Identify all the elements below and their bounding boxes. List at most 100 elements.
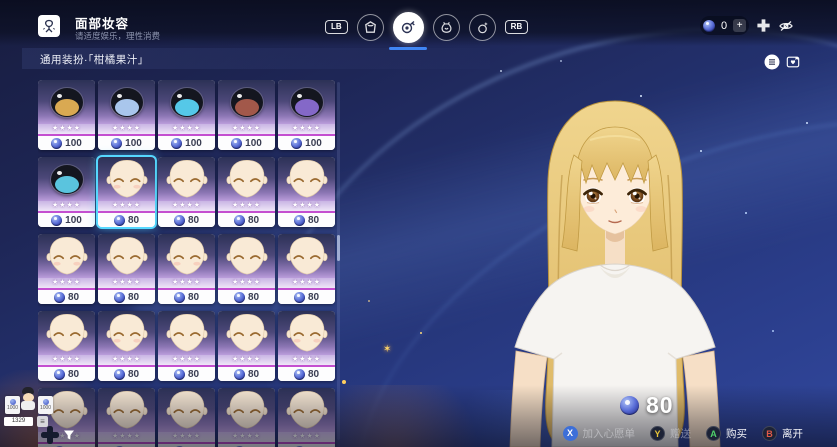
item-price-row: 100 (218, 136, 275, 150)
hint-x-button[interactable]: X加入心愿单 (563, 426, 636, 441)
item-card[interactable]: ★★★★100 (218, 80, 275, 150)
item-card[interactable]: ★★★★80 (158, 388, 215, 447)
add-currency-button[interactable] (733, 19, 746, 32)
item-card[interactable]: ★★★★80 (158, 311, 215, 381)
hint-label: 离开 (782, 426, 803, 441)
item-card[interactable]: ★★★★100 (278, 80, 335, 150)
sparkle-star-icon: ✶ (383, 344, 391, 355)
item-price: 80 (188, 215, 199, 226)
face-makeup-thumb (285, 311, 329, 355)
favorites-icon[interactable] (786, 55, 800, 74)
star-rating: ★★★★ (98, 124, 155, 134)
item-art (98, 80, 155, 124)
star-rating: ★★★★ (158, 355, 215, 365)
item-card[interactable]: ★★★★80 (98, 157, 155, 227)
item-art (98, 311, 155, 355)
star-rating: ★★★★ (158, 432, 215, 442)
item-art (218, 234, 275, 278)
hide-ui-icon[interactable] (778, 18, 794, 39)
coin-icon (51, 138, 62, 149)
makeup-shop-screen: ✶ (0, 0, 837, 447)
item-card[interactable]: ★★★★80 (218, 388, 275, 447)
eye-makeup-thumb (291, 88, 323, 117)
dpad-filter-icon[interactable] (41, 426, 59, 444)
eye-makeup-thumb (171, 88, 203, 117)
wardrobe-icon (363, 20, 378, 35)
face-makeup-thumb (225, 234, 269, 278)
face-makeup-thumb (285, 234, 329, 278)
tab-makeup[interactable] (393, 12, 424, 43)
coin-icon (54, 292, 65, 303)
star-rating: ★★★★ (38, 278, 95, 288)
item-art (218, 388, 275, 432)
item-card[interactable]: ★★★★100 (98, 80, 155, 150)
face-makeup-thumb (105, 234, 149, 278)
face-makeup-thumb (105, 388, 149, 432)
item-card[interactable]: ★★★★80 (278, 388, 335, 447)
item-art (38, 157, 95, 201)
character-preview[interactable] (450, 95, 750, 447)
item-card[interactable]: ★★★★80 (98, 388, 155, 447)
rb-bumper[interactable]: RB (505, 20, 529, 34)
item-card[interactable]: ★★★★80 (218, 157, 275, 227)
item-card[interactable]: ★★★★80 (98, 234, 155, 304)
overlay-tile: 1000 (5, 396, 20, 414)
scrollbar-thumb[interactable] (337, 235, 340, 261)
scrollbar[interactable] (337, 82, 340, 440)
star-rating: ★★★★ (218, 355, 275, 365)
item-card[interactable]: ★★★★80 (38, 311, 95, 381)
item-card[interactable]: ★★★★80 (218, 234, 275, 304)
makeup-icon (400, 19, 416, 35)
coin-icon (174, 215, 185, 226)
hint-b-button[interactable]: B离开 (762, 426, 803, 441)
hint-y-button[interactable]: Y赠送 (650, 426, 691, 441)
face-makeup-thumb (285, 157, 329, 201)
item-price-row: 80 (158, 213, 215, 227)
item-art (158, 388, 215, 432)
star-rating: ★★★★ (278, 432, 335, 442)
item-card[interactable]: ★★★★80 (98, 311, 155, 381)
lb-bumper[interactable]: LB (325, 20, 348, 34)
tab-dye[interactable] (469, 14, 496, 41)
price-value: 80 (646, 392, 674, 419)
item-card[interactable]: ★★★★100 (38, 157, 95, 227)
item-price-row: 80 (158, 290, 215, 304)
star-rating: ★★★★ (158, 201, 215, 211)
item-price: 80 (188, 292, 199, 303)
dpad-icon[interactable] (756, 18, 771, 38)
filter-icon[interactable] (63, 428, 75, 446)
item-card[interactable]: ★★★★100 (158, 80, 215, 150)
face-makeup-thumb (225, 311, 269, 355)
item-card[interactable]: ★★★★80 (38, 234, 95, 304)
details-icon[interactable] (764, 54, 780, 75)
item-price: 80 (128, 369, 139, 380)
item-price-row: 80 (278, 213, 335, 227)
coin-icon (51, 215, 62, 226)
star-rating: ★★★★ (38, 124, 95, 134)
item-card[interactable]: ★★★★80 (158, 234, 215, 304)
item-card[interactable]: ★★★★80 (218, 311, 275, 381)
item-price: 80 (308, 215, 319, 226)
item-price: 80 (248, 215, 259, 226)
item-grid: ★★★★100★★★★100★★★★100★★★★100★★★★100★★★★1… (38, 80, 338, 447)
coin-icon (234, 292, 245, 303)
section-title: 通用装扮·「柑橘果汁」 (40, 52, 149, 67)
tab-pouch[interactable] (433, 14, 460, 41)
hint-a-button[interactable]: A购买 (706, 426, 747, 441)
item-price-row: 100 (38, 136, 95, 150)
item-card[interactable]: ★★★★80 (278, 311, 335, 381)
overlay-counter: 1329 (4, 417, 33, 426)
face-makeup-thumb (225, 157, 269, 201)
item-card[interactable]: ★★★★80 (278, 234, 335, 304)
tab-group: LB RB (325, 11, 528, 43)
item-card[interactable]: ★★★★ 100 (38, 80, 95, 150)
coin-icon (174, 369, 185, 380)
item-price-row: 100 (38, 213, 95, 227)
eye-makeup-thumb (111, 88, 143, 117)
item-card[interactable]: ★★★★80 (278, 157, 335, 227)
star-rating: ★★★★ (218, 432, 275, 442)
makeup-category-icon (38, 15, 60, 37)
face-makeup-thumb (105, 311, 149, 355)
item-card[interactable]: ★★★★ 80 (158, 157, 215, 227)
tab-outfit[interactable] (357, 14, 384, 41)
